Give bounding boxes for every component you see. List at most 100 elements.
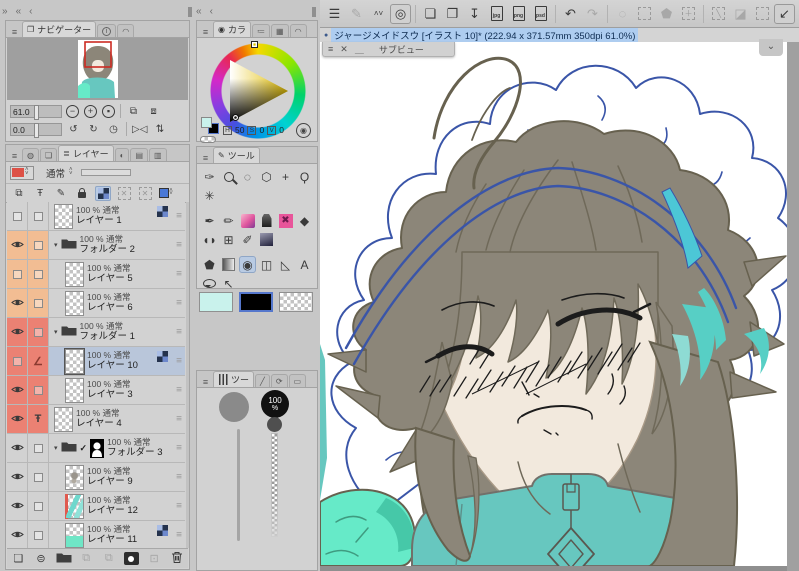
tab-brush-shape[interactable]: ╱ bbox=[255, 374, 270, 387]
export-psd-icon[interactable]: psd bbox=[530, 4, 551, 24]
layer-folder-row[interactable]: ▾ 100 % 通常 フォルダー 1 ≡ bbox=[7, 318, 185, 347]
decoration-tool[interactable]: ✖ bbox=[277, 212, 294, 229]
layer-visibility-cell[interactable] bbox=[7, 434, 28, 462]
new-layer-settings-icon[interactable]: ⊜ bbox=[33, 551, 49, 567]
apply-mask-icon[interactable]: ⊡ bbox=[146, 551, 162, 567]
back-icon[interactable]: ‹ bbox=[29, 6, 32, 17]
tab-history2[interactable]: ⟳ bbox=[270, 374, 288, 387]
eyedropper-tool[interactable]: ✑ bbox=[201, 168, 218, 185]
layer-mask-icon[interactable] bbox=[123, 551, 139, 567]
layer-visibility-cell[interactable] bbox=[7, 202, 28, 230]
tab-tool[interactable]: ✎ ツール bbox=[213, 147, 260, 163]
lock-transparent-pixels-icon[interactable] bbox=[95, 185, 111, 201]
zoom-reset-icon[interactable]: ▪ bbox=[102, 104, 115, 118]
layer-visibility-cell[interactable] bbox=[7, 463, 28, 491]
tab-color-wheel[interactable]: ◉ カラ bbox=[213, 21, 251, 37]
layer-thumbnail[interactable] bbox=[65, 522, 84, 548]
layer-flag-cell[interactable] bbox=[28, 231, 49, 259]
layer-main[interactable]: ▾ 100 % 通常 フォルダー 2 ≡ bbox=[49, 231, 185, 259]
auto-select-tool[interactable]: ✳ bbox=[201, 187, 218, 204]
move-tool[interactable]: + bbox=[277, 168, 294, 185]
enable-mask-icon[interactable]: ✕ bbox=[116, 186, 132, 201]
dock-grip[interactable] bbox=[188, 6, 192, 17]
layer-row[interactable]: 100 % 通常 レイヤー 5 ≡ bbox=[7, 260, 185, 289]
layer-opacity-slider[interactable] bbox=[80, 169, 131, 176]
tab-information[interactable]: i bbox=[97, 24, 117, 37]
tab-history[interactable]: ◠ bbox=[117, 24, 135, 37]
hue-marker[interactable] bbox=[251, 41, 258, 48]
artwork-canvas[interactable] bbox=[320, 42, 787, 566]
opacity-slider-knob[interactable] bbox=[267, 417, 282, 432]
layer-flag-cell[interactable] bbox=[28, 463, 49, 491]
blend-mode-select[interactable]: 通常 bbox=[46, 166, 65, 180]
foreground-color-swatch[interactable] bbox=[199, 292, 233, 312]
tab-extra[interactable]: ▥ bbox=[149, 148, 167, 161]
layer-flag-cell[interactable] bbox=[28, 492, 49, 520]
set-draft-layer-icon[interactable]: ✎ bbox=[53, 186, 69, 201]
canvas-chevron-icon[interactable]: ⌄ bbox=[759, 39, 783, 56]
lock-layer-icon[interactable] bbox=[74, 186, 90, 201]
brush-size-indicator[interactable] bbox=[219, 392, 249, 422]
merge-down-icon[interactable]: ⧉ bbox=[101, 551, 117, 567]
layer-visibility-cell[interactable] bbox=[7, 405, 28, 433]
rotate-cw-icon[interactable]: ↻ bbox=[86, 122, 101, 136]
drag-handle-icon[interactable]: ≡ bbox=[176, 269, 182, 280]
main-menu-icon[interactable]: ☰ bbox=[324, 4, 345, 24]
tab-options[interactable]: ▭ bbox=[288, 374, 307, 387]
clip-to-layer-below-icon[interactable]: ⧉ bbox=[11, 186, 27, 201]
edit-pen-icon[interactable]: ✎ bbox=[346, 4, 367, 24]
layer-visibility-cell[interactable] bbox=[7, 289, 28, 317]
layer-color-icon[interactable]: ˄ ˅ bbox=[158, 186, 174, 201]
layer-main[interactable]: 100 % 通常 レイヤー 10 ≡ bbox=[49, 347, 185, 375]
layer-row[interactable]: Ŧ 100 % 通常 レイヤー 4 ≡ bbox=[7, 405, 185, 434]
layer-folder-row[interactable]: ▾ ✓ 100 % 通常 フォルダー 3 ≡ bbox=[7, 434, 185, 463]
layer-thumbnail[interactable] bbox=[64, 347, 85, 375]
zoom-slider[interactable]: 61.0 bbox=[10, 104, 62, 120]
drag-handle-icon[interactable]: ≡ bbox=[176, 530, 182, 541]
pen-tool[interactable]: ✒ bbox=[201, 212, 218, 229]
layer-main[interactable]: 100 % 通常 レイヤー 1 ≡ bbox=[49, 202, 185, 230]
drag-handle-icon[interactable]: ≡ bbox=[176, 298, 182, 309]
new-layer-icon[interactable]: ❏ bbox=[10, 551, 26, 567]
sv-selector[interactable] bbox=[232, 114, 239, 121]
export-jpg-icon[interactable]: jpg bbox=[486, 4, 507, 24]
layer-visibility-cell[interactable] bbox=[7, 231, 28, 259]
collapse-dock-icon[interactable]: « bbox=[196, 6, 202, 17]
calligraphy-tool[interactable]: ✐ bbox=[239, 231, 256, 248]
dock-grip[interactable] bbox=[312, 6, 316, 17]
layer-visibility-cell[interactable] bbox=[7, 521, 28, 548]
transform-icon[interactable]: ＋ bbox=[678, 4, 699, 24]
document-title[interactable]: ジャージメイドスウ [イラスト 10]* (222.94 x 371.57mm … bbox=[331, 28, 639, 42]
layer-thumbnail[interactable] bbox=[65, 290, 84, 316]
subview-menu-icon[interactable]: ≡ bbox=[328, 44, 333, 54]
rotate-ccw-icon[interactable]: ↺ bbox=[66, 122, 81, 136]
gradient-tool[interactable] bbox=[220, 256, 237, 273]
layer-row[interactable]: 100 % 通常 レイヤー 6 ≡ bbox=[7, 289, 185, 318]
actual-size-icon[interactable]: ⧉ bbox=[126, 104, 141, 118]
layer-flag-cell[interactable] bbox=[28, 289, 49, 317]
rotation-slider[interactable]: 0.0 bbox=[10, 122, 62, 138]
layer-thumbnail[interactable] bbox=[65, 464, 84, 490]
undo-icon[interactable]: ↶ bbox=[560, 4, 581, 24]
layer-color-selector[interactable]: ˄ ˅ bbox=[10, 165, 34, 180]
drag-handle-icon[interactable]: ≡ bbox=[176, 443, 182, 454]
opacity-indicator[interactable]: 100 % bbox=[261, 390, 289, 418]
reselect-icon[interactable]: ◌ bbox=[612, 4, 633, 24]
drag-handle-icon[interactable]: ≡ bbox=[176, 211, 182, 222]
eraser-tool[interactable]: ◆ bbox=[296, 212, 313, 229]
drag-handle-icon[interactable]: ≡ bbox=[176, 472, 182, 483]
layer-main[interactable]: 100 % 通常 レイヤー 3 ≡ bbox=[49, 376, 185, 404]
layer-flag-cell[interactable] bbox=[28, 260, 49, 288]
drag-handle-icon[interactable]: ≡ bbox=[176, 327, 182, 338]
layer-main[interactable]: 100 % 通常 レイヤー 5 ≡ bbox=[49, 260, 185, 288]
layer-visibility-cell[interactable] bbox=[7, 347, 28, 375]
layer-main[interactable]: 100 % 通常 レイヤー 11 ≡ bbox=[49, 521, 185, 548]
back-icon[interactable]: ‹ bbox=[210, 6, 213, 17]
frame-border-tool[interactable]: ◫ bbox=[258, 256, 275, 273]
size-stepper-icon[interactable]: ˄˅ bbox=[368, 4, 389, 24]
drag-handle-icon[interactable]: ≡ bbox=[176, 385, 182, 396]
layer-main[interactable]: ▾ ✓ 100 % 通常 フォルダー 3 ≡ bbox=[49, 434, 185, 462]
tab-layer[interactable]: ≣ レイヤー bbox=[58, 145, 114, 161]
expand-dock-icon[interactable]: » bbox=[2, 6, 8, 17]
tab-tool-property[interactable]: ツー bbox=[213, 371, 255, 387]
